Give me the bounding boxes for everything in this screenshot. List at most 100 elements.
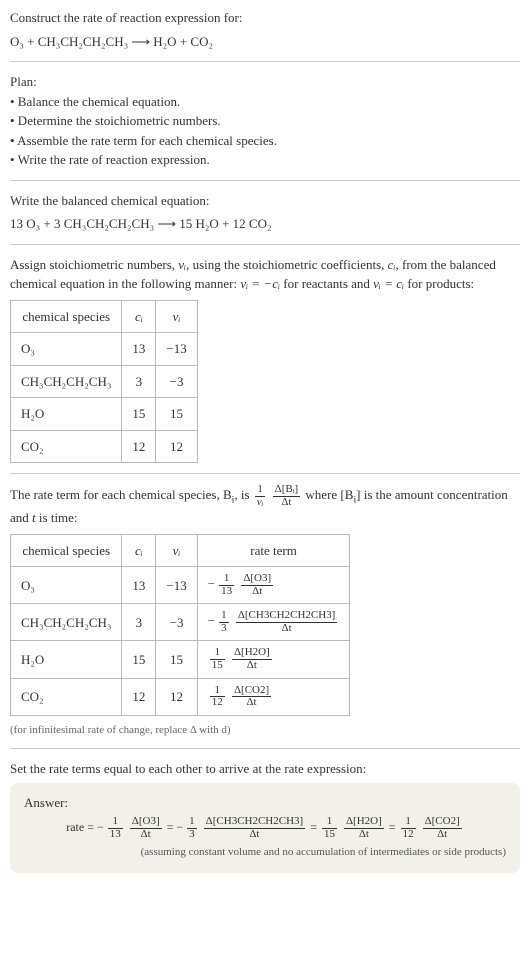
nu-cell: 12 [156,678,197,715]
nu-symbol: νᵢ [178,257,186,272]
nu-header: νᵢ [173,543,181,558]
table-row: CH₃CH₂CH₂CH₃3−3 [11,365,198,398]
den: 3 [219,623,229,635]
rateterm-intro: The rate term for each chemical species,… [10,484,520,528]
num: 1 [187,816,197,829]
den: 13 [219,586,234,598]
num: 1 [322,816,337,829]
balanced-title: Write the balanced chemical equation: [10,191,520,211]
rate-cell: −13 Δ[CH3CH2CH2CH3]Δt [197,604,350,641]
c-cell: 12 [122,678,156,715]
nu-cell: −13 [156,567,197,604]
problem-header: Construct the rate of reaction expressio… [10,8,520,51]
den: Δt [273,497,301,509]
den: 15 [322,829,337,841]
num: 1 [255,484,266,497]
minus: − [208,613,215,628]
plan-item: • Balance the chemical equation. [10,92,520,112]
frac-dB-over-dt: Δ[Bᵢ]Δt [273,484,301,508]
text: , using the stoichiometric coefficients, [186,257,388,272]
den: νᵢ [255,497,266,509]
den: Δt [130,829,162,841]
num: Δ[O3] [241,573,273,586]
fraction: 115 [210,647,225,671]
den: Δt [241,586,273,598]
balanced-equation: 13 O₃ + 3 CH₃CH₂CH₂CH₃ ⟶ 15 H₂O + 12 CO₂ [10,214,520,234]
rate-cell: −113 Δ[O3]Δt [197,567,350,604]
den: 12 [401,829,416,841]
fraction: 13 [219,610,229,634]
nu-cell: −13 [156,333,197,366]
divider [10,244,520,245]
plan-item: • Write the rate of reaction expression. [10,150,520,170]
species-cell: H₂O [11,641,122,678]
num: Δ[CH3CH2CH2CH3] [236,610,338,623]
frac-1-over-nu: 1νᵢ [255,484,266,508]
stoich-table: chemical species cᵢ νᵢ O₃13−13CH₃CH₂CH₂C… [10,300,198,464]
c-cell: 13 [122,567,156,604]
fraction: Δ[H2O]Δt [232,647,272,671]
answer-label: Answer: [24,793,506,813]
fraction: Δ[CH3CH2CH2CH3]Δt [204,816,306,840]
den: Δt [232,660,272,672]
den: Δt [232,697,271,709]
num: Δ[H2O] [344,816,384,829]
minus: − [176,820,183,834]
rateterm-table: chemical species cᵢ νᵢ rate term O₃13−13… [10,534,350,716]
col-nu: νᵢ [156,534,197,567]
equals: = [386,820,399,834]
c-symbol: cᵢ [388,257,396,272]
text: The rate term for each chemical species,… [10,487,232,502]
num: Δ[CH3CH2CH2CH3] [204,816,306,829]
table-row: O₃13−13 [11,333,198,366]
den: 3 [187,829,197,841]
plan-section: Plan: • Balance the chemical equation. •… [10,72,520,170]
species-cell: CH₃CH₂CH₂CH₃ [11,365,122,398]
fraction: Δ[CO2]Δt [423,816,462,840]
ci-header: cᵢ [135,543,143,558]
den: Δt [236,623,338,635]
divider [10,180,520,181]
unbalanced-equation: O₃ + CH₃CH₂CH₂CH₃ ⟶ H₂O + CO₂ [10,32,520,52]
table-row: H₂O1515115 Δ[H2O]Δt [11,641,350,678]
c-cell: 3 [122,604,156,641]
balanced-section: Write the balanced chemical equation: 13… [10,191,520,234]
prompt-text: Construct the rate of reaction expressio… [10,8,520,28]
table-row: CO₂1212 [11,430,198,463]
nu-cell: 12 [156,430,197,463]
stoich-intro: Assign stoichiometric numbers, νᵢ, using… [10,255,520,294]
text: for products: [404,276,474,291]
col-nu: νᵢ [156,300,197,333]
table-header-row: chemical species cᵢ νᵢ rate term [11,534,350,567]
num: Δ[Bᵢ] [273,484,301,497]
fraction: Δ[H2O]Δt [344,816,384,840]
nu-cell: 15 [156,398,197,431]
species-cell: H₂O [11,398,122,431]
den: Δt [423,829,462,841]
den: Δt [204,829,306,841]
nu-cell: −3 [156,365,197,398]
answer-expression: rate = −113 Δ[O3]Δt = −13 Δ[CH3CH2CH2CH3… [24,816,506,840]
stoich-section: Assign stoichiometric numbers, νᵢ, using… [10,255,520,464]
equals: = [307,820,320,834]
plan-title: Plan: [10,72,520,92]
rate-label: rate = [66,820,97,834]
table-header-row: chemical species cᵢ νᵢ [11,300,198,333]
species-cell: O₃ [11,567,122,604]
divider [10,748,520,749]
species-cell: CO₂ [11,430,122,463]
rate-cell: 115 Δ[H2O]Δt [197,641,350,678]
minus: − [97,820,104,834]
col-c: cᵢ [122,300,156,333]
fraction: Δ[O3]Δt [241,573,273,597]
num: 1 [401,816,416,829]
table-row: O₃13−13−113 Δ[O3]Δt [11,567,350,604]
col-rate: rate term [197,534,350,567]
num: 1 [219,573,234,586]
den: 12 [210,697,225,709]
text: Assign stoichiometric numbers, [10,257,178,272]
fraction: 113 [219,573,234,597]
table-row: CO₂1212112 Δ[CO2]Δt [11,678,350,715]
c-cell: 13 [122,333,156,366]
text: for reactants and [280,276,373,291]
